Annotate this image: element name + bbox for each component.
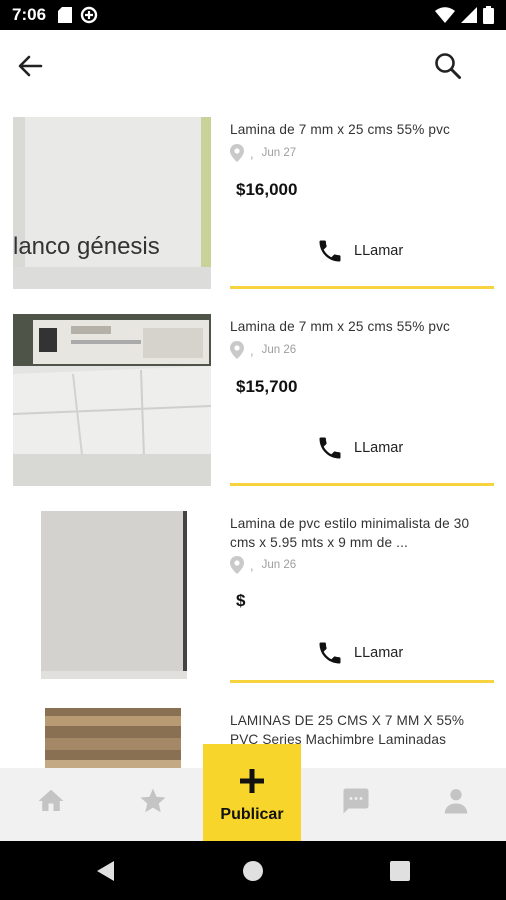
listing-item[interactable]: Lamina de pvc estilo minimalista de 30 c…	[0, 494, 506, 691]
phone-icon	[319, 240, 341, 262]
listing-list: lanco génesis Lamina de 7 mm x 25 cms 55…	[0, 100, 506, 768]
listing-price: $16,000	[236, 180, 298, 199]
chat-icon[interactable]	[341, 786, 371, 816]
thumbnail-caption: lanco génesis	[13, 233, 160, 260]
listing-date: Jun 26	[261, 344, 297, 356]
publish-label: Publicar	[220, 806, 284, 823]
listing-price: $	[236, 591, 246, 610]
listing-thumbnail[interactable]	[13, 708, 211, 768]
data-saver-icon	[80, 6, 98, 24]
plus-icon	[240, 769, 264, 793]
battery-icon	[483, 6, 494, 24]
screen: 7:06 lanco génesis Lamina de 7 mm x 25 c…	[0, 0, 506, 900]
system-nav-bar	[0, 841, 506, 900]
item-divider	[230, 286, 494, 289]
location-pin-icon	[230, 144, 244, 162]
listing-title[interactable]: Lamina de 7 mm x 25 cms 55% pvc	[230, 120, 494, 139]
search-icon[interactable]	[432, 50, 464, 82]
listing-price: $15,700	[236, 377, 298, 396]
call-button[interactable]: LLamar	[316, 433, 403, 463]
item-divider	[230, 483, 494, 486]
back-arrow-icon[interactable]	[14, 50, 46, 82]
phone-icon	[319, 437, 341, 459]
listing-meta: , Jun 26	[230, 555, 296, 575]
back-triangle-icon[interactable]	[94, 859, 118, 883]
listing-thumbnail[interactable]	[13, 314, 211, 486]
listing-meta: , Jun 27	[230, 143, 296, 163]
listing-title[interactable]: Lamina de 7 mm x 25 cms 55% pvc	[230, 317, 494, 336]
call-button[interactable]: LLamar	[316, 236, 403, 266]
profile-icon[interactable]	[441, 786, 471, 816]
panel-photo	[13, 511, 211, 683]
home-icon[interactable]	[36, 786, 66, 816]
listing-item[interactable]: Lamina de 7 mm x 25 cms 55% pvc , Jun 26…	[0, 297, 506, 494]
listing-date: Jun 27	[261, 147, 297, 159]
recents-square-icon[interactable]	[388, 859, 412, 883]
listing-meta: , Jun 26	[230, 340, 296, 360]
call-label: LLamar	[354, 645, 404, 661]
call-label: LLamar	[354, 440, 404, 456]
listing-thumbnail[interactable]: lanco génesis	[13, 117, 211, 289]
status-bar: 7:06	[0, 0, 506, 30]
listing-item[interactable]: lanco génesis Lamina de 7 mm x 25 cms 55…	[0, 100, 506, 297]
item-divider	[230, 680, 494, 683]
panel-photo	[13, 314, 211, 486]
listing-location: ,	[250, 145, 254, 161]
listing-thumbnail[interactable]	[13, 511, 211, 683]
listing-location: ,	[250, 342, 254, 358]
call-label: LLamar	[354, 243, 404, 259]
app-bar	[0, 30, 506, 100]
star-icon[interactable]	[138, 786, 168, 816]
panel-photo	[13, 708, 211, 768]
status-time: 7:06	[12, 5, 47, 24]
phone-icon	[319, 642, 341, 664]
home-circle-icon[interactable]	[241, 859, 265, 883]
panel-photo	[13, 117, 211, 289]
location-pin-icon	[230, 556, 244, 574]
publish-button[interactable]: Publicar	[203, 744, 301, 841]
location-pin-icon	[230, 341, 244, 359]
signal-icon	[461, 7, 477, 23]
listing-date: Jun 26	[261, 559, 297, 571]
listing-title[interactable]: Lamina de pvc estilo minimalista de 30 c…	[230, 514, 494, 552]
call-button[interactable]: LLamar	[316, 638, 403, 668]
wifi-icon	[435, 7, 455, 23]
listing-location: ,	[250, 557, 254, 573]
sd-card-icon	[58, 7, 73, 23]
